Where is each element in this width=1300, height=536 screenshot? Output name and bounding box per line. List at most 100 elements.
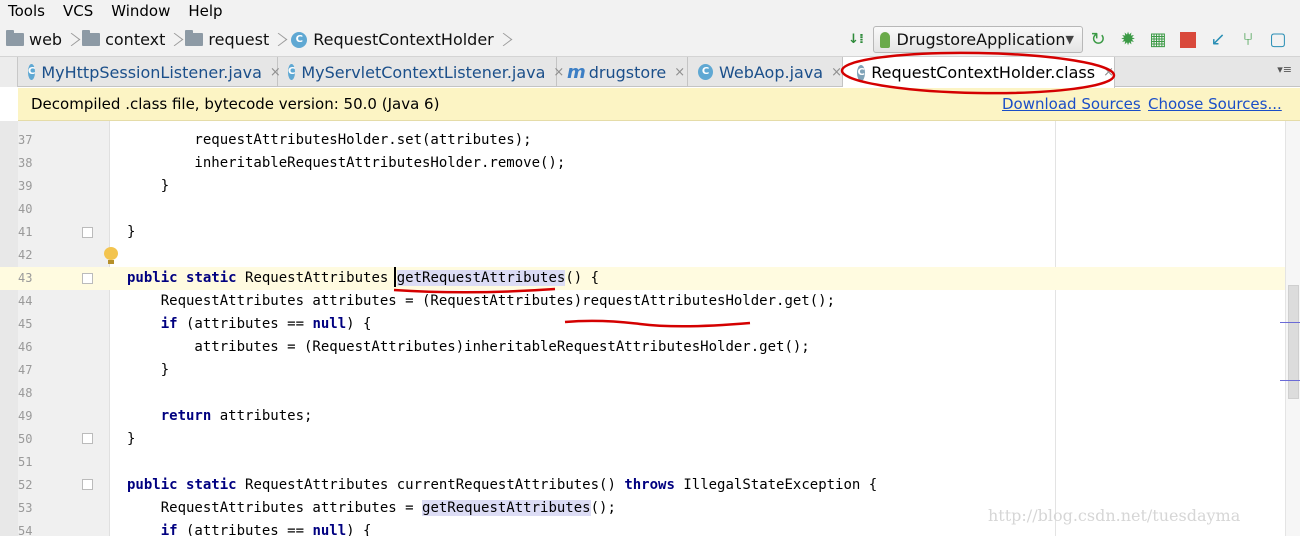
code-text[interactable]: return attributes;	[127, 405, 313, 428]
code-text[interactable]: public static RequestAttributes currentR…	[127, 474, 877, 497]
line-number: 44	[18, 294, 33, 308]
download-sources-link[interactable]: Download Sources	[1002, 95, 1141, 113]
folder-icon	[82, 30, 101, 46]
code-text[interactable]: }	[127, 359, 169, 382]
code-line[interactable]: 45 if (attributes == null) {	[0, 313, 1285, 336]
line-number: 48	[18, 386, 33, 400]
folder-icon	[185, 30, 204, 46]
tab-webaop[interactable]: C WebAop.java ×	[688, 57, 843, 87]
text-caret	[394, 267, 396, 287]
scrollbar-thumb[interactable]	[1288, 285, 1299, 399]
menu-help[interactable]: Help	[179, 1, 231, 21]
vcs-update-icon[interactable]: ↙	[1203, 25, 1233, 55]
code-line[interactable]: 37 requestAttributesHolder.set(attribute…	[0, 129, 1285, 152]
fold-marker[interactable]	[82, 433, 93, 444]
vcs-commit-icon[interactable]: ⑂	[1233, 25, 1263, 55]
vcs-history-icon[interactable]: ▢	[1263, 25, 1293, 55]
identifier-usage[interactable]: getRequestAttributes	[422, 500, 591, 516]
code-text[interactable]: requestAttributesHolder.set(attributes);	[127, 129, 531, 152]
tab-myservletcontextlistener[interactable]: C MyServletContextListener.java ×	[278, 57, 564, 87]
breadcrumb-label: web	[29, 30, 63, 49]
coverage-icon[interactable]: ▦	[1143, 25, 1173, 55]
breadcrumb: web context request C RequestContextHold…	[0, 22, 508, 57]
rerun-icon[interactable]: ↻	[1083, 25, 1113, 55]
code-line[interactable]: 39 }	[0, 175, 1285, 198]
usage-marker[interactable]	[1280, 322, 1300, 323]
debug-icon[interactable]: ✹	[1113, 25, 1143, 55]
code-line[interactable]: 40	[0, 198, 1285, 221]
tabs-left-gutter	[0, 57, 18, 87]
tab-overflow-icon[interactable]: ▾≡	[1277, 63, 1292, 76]
close-icon[interactable]: ×	[831, 65, 842, 80]
stop-icon[interactable]	[1173, 25, 1203, 55]
code-text[interactable]: if (attributes == null) {	[127, 313, 372, 336]
sort-icon[interactable]: ↓⁞	[845, 29, 867, 51]
code-line[interactable]: 48	[0, 382, 1285, 405]
chevron-right-icon	[169, 29, 179, 51]
code-line[interactable]: 52 public static RequestAttributes curren…	[0, 474, 1285, 497]
class-icon: C	[288, 64, 296, 80]
code-line[interactable]: 41}	[0, 221, 1285, 244]
menu-vcs[interactable]: VCS	[54, 1, 102, 21]
code-text[interactable]: }	[127, 428, 135, 451]
class-icon: C	[291, 31, 308, 48]
code-text[interactable]: }	[127, 175, 169, 198]
chevron-right-icon	[498, 29, 508, 51]
watermark: http://blog.csdn.net/tuesdayma	[988, 506, 1241, 525]
code-text[interactable]: if (attributes == null) {	[127, 520, 372, 536]
close-icon[interactable]: ×	[1103, 65, 1114, 80]
line-number: 45	[18, 317, 33, 331]
breadcrumb-request[interactable]: request	[179, 22, 283, 57]
fold-marker[interactable]	[82, 479, 93, 490]
folder-icon	[6, 30, 24, 46]
run-configuration-label: DrugstoreApplication	[896, 30, 1066, 49]
code-line[interactable]: 47 }	[0, 359, 1285, 382]
class-file-icon: C	[857, 64, 866, 81]
navigation-bar: web context request C RequestContextHold…	[0, 22, 1300, 57]
code-editor[interactable]: 37 requestAttributesHolder.set(attribute…	[0, 121, 1300, 536]
menu-tools[interactable]: Tools	[0, 1, 54, 21]
tab-label: MyServletContextListener.java	[301, 62, 546, 82]
decompiled-message: Decompiled .class file, bytecode version…	[31, 95, 440, 113]
breadcrumb-label: request	[208, 30, 270, 49]
code-line[interactable]: 43 public static RequestAttributes getReq…	[0, 267, 1285, 290]
code-text[interactable]: RequestAttributes attributes = (RequestA…	[127, 290, 835, 313]
choose-sources-link[interactable]: Choose Sources...	[1148, 95, 1282, 113]
maven-icon: m	[567, 61, 586, 83]
code-line[interactable]: 51	[0, 451, 1285, 474]
tab-requestcontextholder[interactable]: C RequestContextHolder.class ×	[843, 57, 1115, 88]
breadcrumb-context[interactable]: context	[76, 22, 179, 57]
lightbulb-icon[interactable]	[104, 247, 118, 265]
fold-marker[interactable]	[82, 273, 93, 284]
tab-drugstore[interactable]: m drugstore ×	[557, 57, 688, 87]
code-line[interactable]: 50}	[0, 428, 1285, 451]
menu-window[interactable]: Window	[102, 1, 179, 21]
close-icon[interactable]: ×	[674, 65, 685, 80]
line-number: 42	[18, 248, 33, 262]
line-number: 41	[18, 225, 33, 239]
breadcrumb-requestcontextholder[interactable]: C RequestContextHolder	[283, 22, 508, 57]
code-line[interactable]: 46 attributes = (RequestAttributes)inher…	[0, 336, 1285, 359]
spring-boot-icon	[880, 31, 891, 48]
fold-marker[interactable]	[82, 227, 93, 238]
line-number: 51	[18, 455, 33, 469]
code-text[interactable]: inheritableRequestAttributesHolder.remov…	[127, 152, 565, 175]
usage-marker[interactable]	[1280, 380, 1300, 381]
code-text[interactable]: }	[127, 221, 135, 244]
code-line[interactable]: 38 inheritableRequestAttributesHolder.re…	[0, 152, 1285, 175]
tab-myhttpsessionlistener[interactable]: C MyHttpSessionListener.java ×	[18, 57, 281, 87]
vertical-scrollbar[interactable]	[1280, 121, 1300, 536]
run-configuration-select[interactable]: DrugstoreApplication ▼	[873, 26, 1083, 53]
code-line[interactable]: 42	[0, 244, 1285, 267]
code-line[interactable]: 44 RequestAttributes attributes = (Reque…	[0, 290, 1285, 313]
code-text[interactable]: attributes = (RequestAttributes)inherita…	[127, 336, 809, 359]
breadcrumb-web[interactable]: web	[0, 22, 76, 57]
code-text[interactable]: RequestAttributes attributes = getReques…	[127, 497, 616, 520]
code-line[interactable]: 49 return attributes;	[0, 405, 1285, 428]
identifier-usage[interactable]: getRequestAttributes	[396, 270, 566, 286]
line-number: 39	[18, 179, 33, 193]
tab-label: RequestContextHolder.class	[871, 63, 1096, 82]
line-number: 54	[18, 524, 33, 536]
tab-label: MyHttpSessionListener.java	[41, 62, 262, 82]
code-text[interactable]: public static RequestAttributes getReque…	[127, 267, 599, 290]
